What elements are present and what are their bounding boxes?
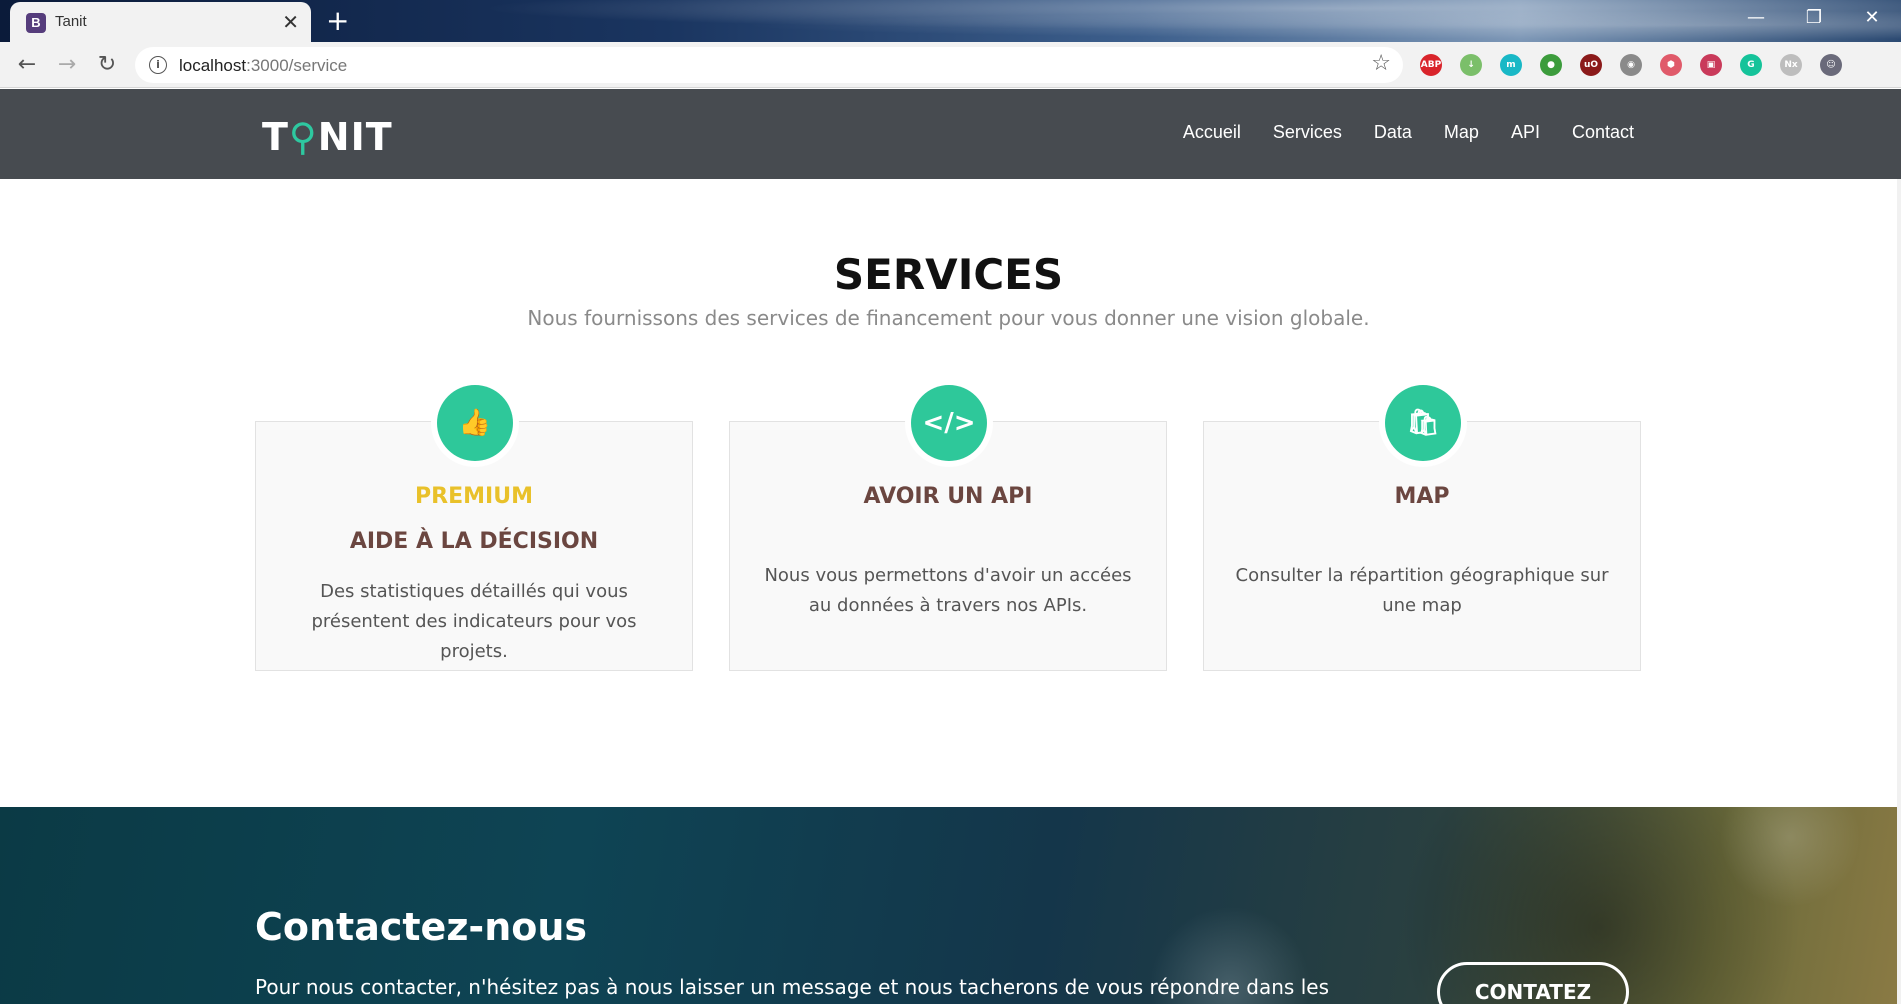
card-title: MAP (1394, 484, 1450, 509)
contact-text: Pour nous contacter, n'hésitez pas à nou… (255, 975, 1329, 999)
section-subtitle: Nous fournissons des services de finance… (527, 306, 1370, 330)
premium-label: PREMIUM (415, 484, 533, 509)
globe-icon[interactable]: ● (1540, 54, 1562, 76)
service-card-map[interactable]: 🛍 MAP Consulter la répartition géographi… (1203, 385, 1641, 671)
logo-letter-t: T (262, 115, 289, 159)
new-tab-icon[interactable]: + (326, 4, 349, 37)
url-host: localhost (179, 56, 247, 75)
ublock-icon[interactable]: uO (1580, 54, 1602, 76)
shopping-bag-icon[interactable]: 🛍 (1385, 385, 1461, 461)
browser-tab[interactable]: B Tanit ✕ (10, 2, 311, 42)
contact-button[interactable]: CONTATEZ (1437, 962, 1629, 1004)
browser-toolbar: ← → ↻ i localhost:3000/service ☆ ABP ↓ m ● u… (0, 42, 1901, 88)
card-title: AIDE À LA DÉCISION (349, 529, 599, 554)
tab-title: Tanit (55, 13, 87, 30)
scrollbar[interactable] (1897, 179, 1901, 1004)
contact-section: Contactez-nous Pour nous contacter, n'hé… (0, 807, 1897, 1004)
back-arrow-icon[interactable]: ← (12, 50, 42, 80)
card-text: Consulter la répartition géographique su… (1235, 565, 1609, 616)
nav-link-api[interactable]: API (1511, 122, 1540, 143)
close-window-icon[interactable]: ✕ (1843, 0, 1901, 36)
camera-icon[interactable]: ▣ (1700, 54, 1722, 76)
thumbs-up-icon[interactable]: 👍 (437, 385, 513, 461)
m-extension-icon[interactable]: m (1500, 54, 1522, 76)
nav-link-services[interactable]: Services (1273, 122, 1342, 143)
nx-icon[interactable]: Nx (1780, 54, 1802, 76)
site-navbar: T⚲NIT Accueil Services Data Map API Cont… (0, 89, 1901, 179)
address-bar[interactable]: i localhost:3000/service ☆ (135, 47, 1403, 83)
nav-link-data[interactable]: Data (1374, 122, 1412, 143)
section-title: SERVICES (833, 250, 1064, 299)
close-tab-icon[interactable]: ✕ (282, 10, 299, 34)
nav-link-map[interactable]: Map (1444, 122, 1479, 143)
grammarly-icon[interactable]: G (1740, 54, 1762, 76)
services-section: SERVICES Nous fournissons des services d… (0, 179, 1897, 807)
reload-icon[interactable]: ↻ (92, 50, 122, 80)
nav-link-accueil[interactable]: Accueil (1183, 122, 1241, 143)
url-text[interactable]: localhost:3000/service (179, 56, 347, 76)
forward-arrow-icon[interactable]: → (52, 50, 82, 80)
card-text: Des statistiques détaillés qui vous prés… (311, 581, 637, 662)
restore-icon[interactable]: ❐ (1785, 0, 1843, 36)
contact-title: Contactez-nous (255, 905, 588, 949)
code-icon[interactable]: </> (911, 385, 987, 461)
window-controls: — ❐ ✕ (1727, 0, 1901, 36)
tanit-logo[interactable]: T⚲NIT (262, 115, 393, 159)
card-title: AVOIR UN API (863, 484, 1033, 509)
card-text: Nous vous permettons d'avoir un accées a… (764, 565, 1132, 616)
service-card-decision[interactable]: 👍 PREMIUM AIDE À LA DÉCISION Des statist… (255, 385, 693, 671)
nav-links: Accueil Services Data Map API Contact (1183, 122, 1634, 143)
shield-icon[interactable]: ⬢ (1660, 54, 1682, 76)
extensions-bar: ABP ↓ m ● uO ◉ ⬢ ▣ G Nx ☺ (1420, 54, 1842, 76)
download-icon[interactable]: ↓ (1460, 54, 1482, 76)
profile-avatar-icon[interactable]: ☺ (1820, 54, 1842, 76)
adblock-icon[interactable]: ABP (1420, 54, 1442, 76)
logo-letters-nit: NIT (317, 115, 393, 159)
logo-accent: ⚲ (288, 115, 318, 159)
bookmark-star-icon[interactable]: ☆ (1371, 51, 1391, 76)
service-card-api[interactable]: </> AVOIR UN API Nous vous permettons d'… (729, 385, 1167, 671)
site-info-icon[interactable]: i (149, 56, 167, 74)
minimize-icon[interactable]: — (1727, 0, 1785, 36)
url-path: :3000/service (246, 56, 348, 75)
nav-link-contact[interactable]: Contact (1572, 122, 1634, 143)
eye-icon[interactable]: ◉ (1620, 54, 1642, 76)
bootstrap-favicon-icon: B (26, 13, 46, 33)
